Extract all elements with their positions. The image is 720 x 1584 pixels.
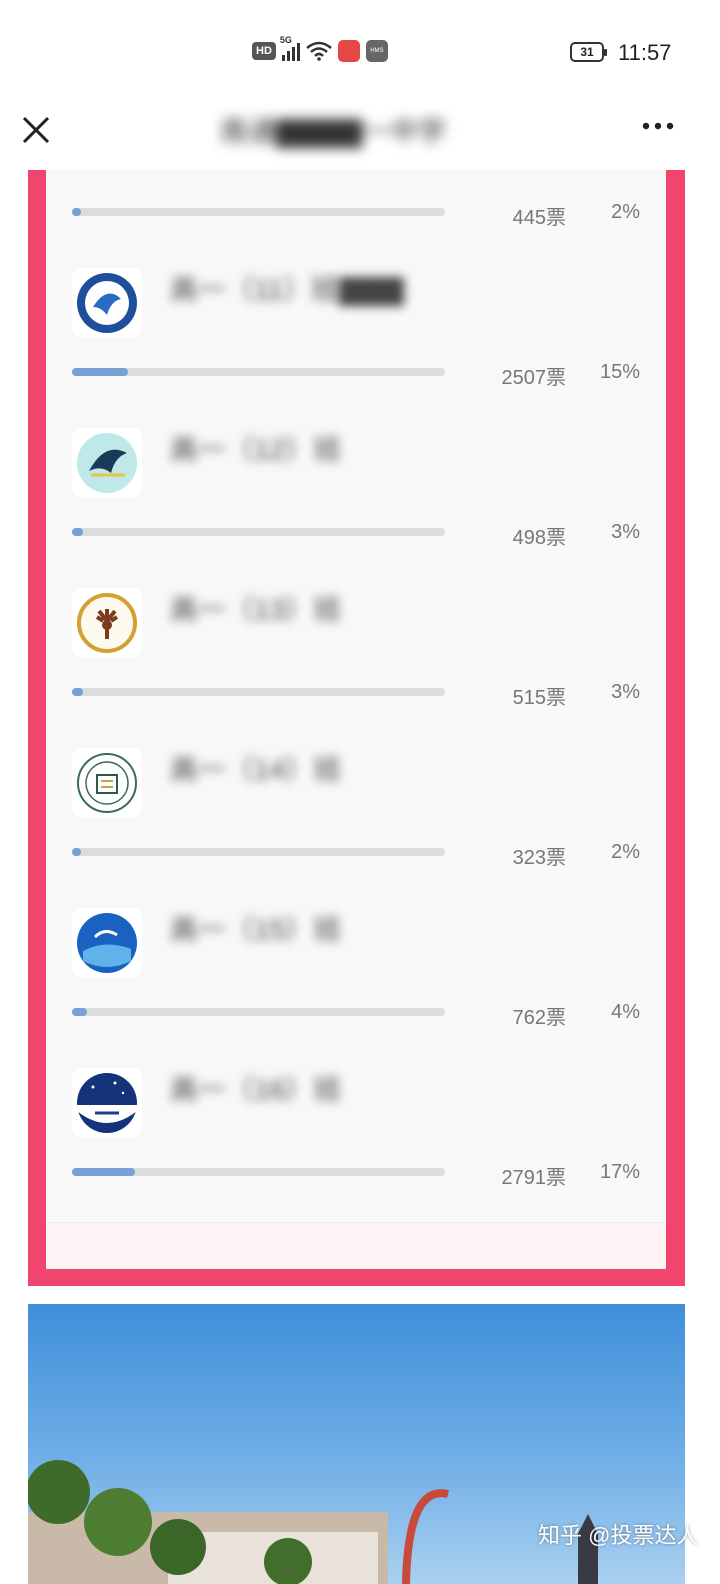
vote-count: 2507票 bbox=[501, 367, 567, 389]
nav-bar: 南通▇▇▇▇一中学 bbox=[0, 100, 720, 170]
close-icon[interactable] bbox=[18, 112, 54, 148]
class-emblem-school-seal-icon bbox=[72, 748, 142, 818]
vote-progress-bar bbox=[72, 688, 445, 696]
status-bar: HD 5G HMS 31 11:57 bbox=[0, 0, 720, 100]
vote-percent: 3% bbox=[611, 681, 640, 703]
class-emblem-blue-sky-icon bbox=[72, 908, 142, 978]
more-icon[interactable] bbox=[640, 108, 676, 145]
vote-progress-bar bbox=[72, 528, 445, 536]
class-name: 高一（16）班 bbox=[170, 1074, 342, 1105]
vote-percent: 4% bbox=[611, 1001, 640, 1023]
vote-card: 445票 2% 高一（11）班▇▇▇ 2507票 15% 高一（12）班 498… bbox=[28, 170, 685, 1286]
vote-count: 498票 bbox=[512, 527, 566, 549]
class-emblem-blue-bird-icon bbox=[72, 268, 142, 338]
campus-scenery bbox=[28, 1460, 388, 1584]
class-name: 高一（13）班 bbox=[170, 594, 342, 625]
class-emblem-wing-icon bbox=[72, 428, 142, 498]
battery-icon: 31 bbox=[570, 42, 607, 62]
clock: 11:57 bbox=[618, 40, 672, 65]
hd-icon: HD bbox=[252, 42, 276, 60]
class-name: 高一（12）班 bbox=[170, 434, 342, 465]
vote-progress-bar bbox=[72, 208, 445, 216]
vote-count: 515票 bbox=[512, 687, 566, 709]
vote-list-footer bbox=[46, 1222, 666, 1269]
hms-icon: HMS bbox=[365, 40, 388, 62]
class-emblem-starry-icon bbox=[72, 1068, 142, 1138]
arch-sculpture bbox=[402, 1489, 449, 1584]
vote-percent: 2% bbox=[611, 201, 640, 223]
vote-progress-bar bbox=[72, 1008, 445, 1016]
vote-percent: 17% bbox=[599, 1161, 640, 1183]
status-icons: HD 5G HMS bbox=[252, 35, 388, 62]
class-name: 高一（14）班 bbox=[170, 754, 342, 785]
app-notification-icon bbox=[337, 40, 360, 62]
vote-progress-bar bbox=[72, 368, 445, 376]
list-item[interactable]: 高一（15）班 762票 4% bbox=[46, 908, 666, 1068]
list-item[interactable]: 高一（13）班 515票 3% bbox=[46, 588, 666, 748]
wifi-icon bbox=[306, 41, 332, 61]
list-item[interactable]: 高一（16）班 2791票 17% bbox=[46, 1068, 666, 1228]
vote-percent: 3% bbox=[611, 521, 640, 543]
list-item[interactable]: 高一（11）班▇▇▇ 2507票 15% bbox=[46, 268, 666, 428]
vote-count: 445票 bbox=[512, 207, 566, 229]
vote-progress-bar bbox=[72, 848, 445, 856]
class-name: 高一（15）班 bbox=[170, 914, 342, 945]
class-emblem-deer-icon bbox=[72, 588, 142, 658]
vote-percent: 15% bbox=[599, 361, 640, 383]
vote-list: 445票 2% 高一（11）班▇▇▇ 2507票 15% 高一（12）班 498… bbox=[46, 170, 666, 1269]
network-type: 5G bbox=[279, 35, 292, 45]
vote-percent: 2% bbox=[611, 841, 640, 863]
page-title: 南通▇▇▇▇一中学 bbox=[220, 116, 447, 147]
signal-icon: 5G bbox=[280, 35, 300, 61]
vote-progress-bar bbox=[72, 1168, 445, 1176]
vote-count: 323票 bbox=[512, 847, 566, 869]
class-name: 高一（11）班▇▇▇ bbox=[170, 274, 404, 305]
vote-count: 2791票 bbox=[501, 1167, 567, 1189]
vote-count: 762票 bbox=[512, 1007, 566, 1029]
list-item[interactable]: 高一（12）班 498票 3% bbox=[46, 428, 666, 588]
list-item[interactable]: 高一（14）班 323票 2% bbox=[46, 748, 666, 908]
watermark: 知乎 @投票达人 bbox=[538, 1523, 699, 1548]
